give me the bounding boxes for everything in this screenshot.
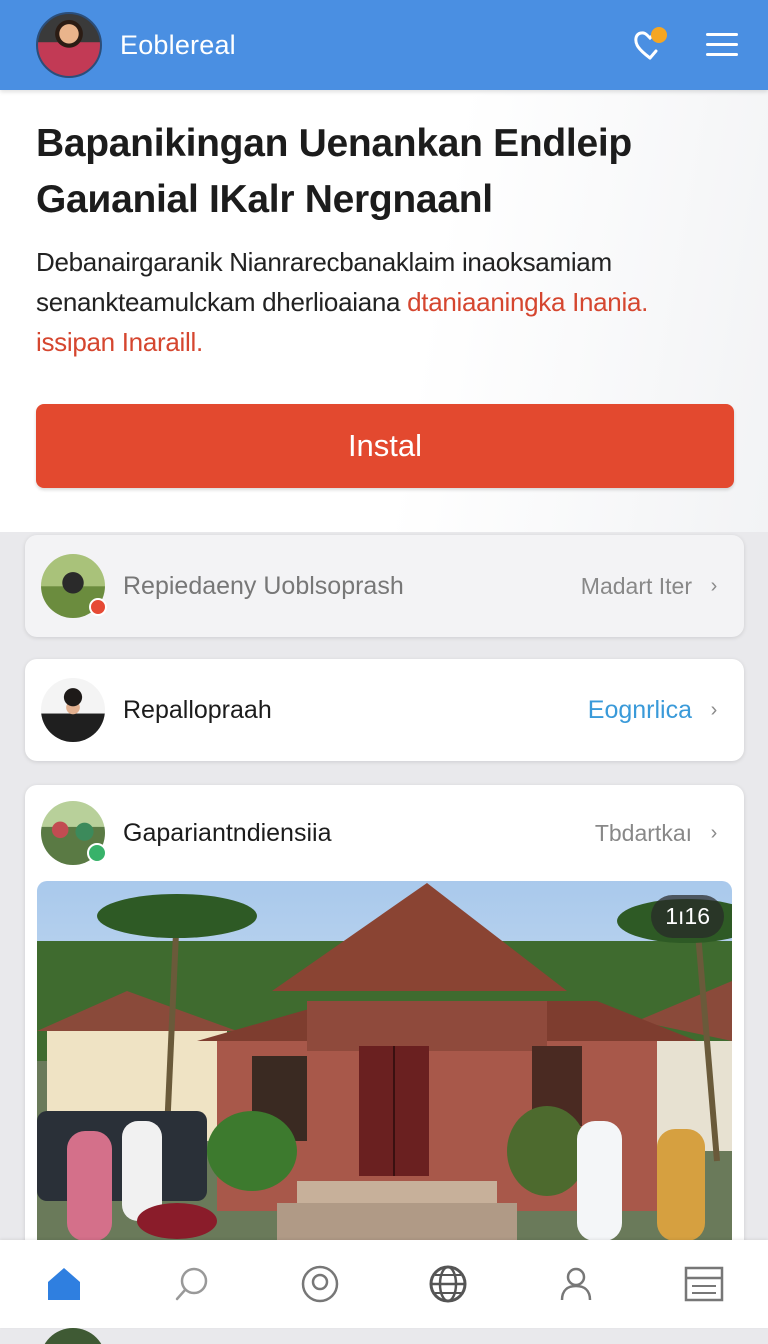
promo-title: Bapanikingan Uenankan Endleip Gaиanial I…: [36, 116, 732, 228]
photo-count-badge: 1ı16: [651, 895, 724, 938]
feed-item[interactable]: Repiedaeny Uoblsoprash Madart Iter ›: [25, 535, 744, 637]
nav-globe[interactable]: [408, 1244, 488, 1324]
feed-item[interactable]: Repallopraah Eognrlica ›: [25, 659, 744, 761]
feed-post[interactable]: Gapariantndiensiia Tbdartkaı › 1ı16: [25, 785, 744, 1255]
person-icon: [560, 1267, 592, 1301]
menu-icon[interactable]: [700, 23, 744, 67]
chevron-right-icon[interactable]: ›: [706, 822, 722, 845]
feed-item-meta: Madart Iter: [580, 572, 692, 599]
profile-avatar[interactable]: [36, 12, 102, 78]
post-photo[interactable]: 1ı16: [37, 881, 732, 1241]
feed-item-meta: Tbdartkaı: [594, 819, 692, 846]
promo-title-line-2: Gaиanial IKalr Nergnaanl: [36, 178, 493, 221]
chevron-right-icon[interactable]: ›: [706, 699, 722, 722]
heart-badge-icon[interactable]: [628, 23, 672, 67]
promo-description: Debanairgaranik Nianrarecbanaklaim inaok…: [36, 242, 732, 362]
app-title: Eoblereal: [120, 29, 236, 60]
install-button[interactable]: Instal: [36, 404, 734, 488]
status-dot: [87, 843, 107, 863]
nav-search[interactable]: [152, 1244, 232, 1324]
top-app-bar: Eoblereal: [0, 0, 768, 90]
chevron-right-icon[interactable]: ›: [706, 575, 722, 598]
avatar: [41, 678, 105, 742]
avatar: [41, 554, 107, 618]
feed-item-name: Repiedaeny Uoblsoprash: [123, 571, 404, 600]
promo-title-line-1: Bapanikingan Uenankan Endleip: [36, 122, 632, 165]
list-icon: [684, 1266, 724, 1302]
feed-item-name: Repallopraah: [123, 695, 272, 724]
avatar: [41, 801, 107, 865]
nav-profile[interactable]: [280, 1244, 360, 1324]
feed-item-name: Gapariantndiensiia: [123, 818, 332, 847]
avatar: [40, 1328, 106, 1344]
promo-card: Bapanikingan Uenankan Endleip Gaиanial I…: [0, 90, 768, 532]
nav-person[interactable]: [536, 1244, 616, 1324]
bottom-navigation: [0, 1240, 768, 1328]
nav-list[interactable]: [664, 1244, 744, 1324]
profile-circle-icon: [301, 1265, 339, 1303]
nav-home[interactable]: [24, 1244, 104, 1324]
feed-item-link[interactable]: Eognrlica: [588, 696, 692, 725]
search-icon: [175, 1267, 208, 1301]
status-dot: [89, 598, 107, 616]
home-icon: [48, 1268, 80, 1300]
globe-icon: [429, 1265, 467, 1303]
house-photo: [37, 881, 732, 1241]
